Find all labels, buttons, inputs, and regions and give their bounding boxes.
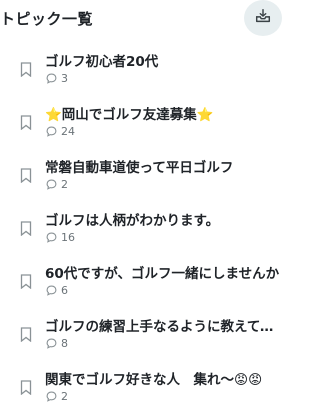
topic-item[interactable]: 常磐自動車道使って平日ゴルフ 2 — [0, 150, 300, 203]
topic-meta: 6 — [46, 284, 68, 297]
bookmark-icon[interactable] — [20, 168, 32, 183]
topic-item[interactable]: ゴルフは人柄がわかります。 16 — [0, 203, 300, 256]
topic-meta: 2 — [46, 390, 68, 403]
comment-count: 2 — [61, 390, 68, 403]
topic-item[interactable]: 60代ですが、ゴルフ一緒にしませんか 6 — [0, 256, 300, 309]
header: トピック一覧 — [0, 0, 300, 40]
topic-meta: 24 — [46, 125, 75, 138]
bookmark-icon[interactable] — [20, 221, 32, 236]
comment-count: 3 — [61, 72, 68, 85]
bookmark-icon[interactable] — [20, 327, 32, 342]
bookmark-icon[interactable] — [20, 274, 32, 289]
comment-count: 6 — [61, 284, 68, 297]
comment-icon — [46, 73, 57, 84]
comment-count: 16 — [61, 231, 75, 244]
comment-icon — [46, 338, 57, 349]
topic-title[interactable]: ⭐岡山でゴルフ友達募集⭐ — [45, 103, 285, 123]
comment-count: 2 — [61, 178, 68, 191]
topic-title[interactable]: 常磐自動車道使って平日ゴルフ — [45, 156, 285, 176]
comment-icon — [46, 126, 57, 137]
topic-meta: 3 — [46, 72, 68, 85]
page-title: トピック一覧 — [0, 10, 94, 28]
topic-list: ゴルフ初心者20代 3 ⭐岡山でゴルフ友達募集⭐ 24 常磐自動車道使って平日ゴ… — [0, 44, 300, 415]
topic-meta: 8 — [46, 337, 68, 350]
inbox-download-icon — [254, 7, 272, 29]
bookmark-icon[interactable] — [20, 380, 32, 395]
topic-title[interactable]: ゴルフの練習上手なるように教えてくださ — [45, 315, 285, 335]
topic-title[interactable]: ゴルフは人柄がわかります。 — [45, 209, 285, 229]
topic-item[interactable]: 関東でゴルフ好きな人 集れ〜😡😡 2 — [0, 362, 300, 415]
topic-meta: 16 — [46, 231, 75, 244]
bookmark-icon[interactable] — [20, 62, 32, 77]
comment-icon — [46, 285, 57, 296]
inbox-button[interactable] — [244, 0, 282, 36]
topic-item[interactable]: ⭐岡山でゴルフ友達募集⭐ 24 — [0, 97, 300, 150]
topic-title[interactable]: 60代ですが、ゴルフ一緒にしませんか — [45, 262, 285, 282]
topic-item[interactable]: ゴルフの練習上手なるように教えてくださ 8 — [0, 309, 300, 362]
topic-title[interactable]: ゴルフ初心者20代 — [45, 50, 285, 70]
comment-icon — [46, 179, 57, 190]
topic-meta: 2 — [46, 178, 68, 191]
comment-icon — [46, 232, 57, 243]
bookmark-icon[interactable] — [20, 115, 32, 130]
topic-title[interactable]: 関東でゴルフ好きな人 集れ〜😡😡 — [45, 368, 285, 388]
comment-count: 24 — [61, 125, 75, 138]
comment-icon — [46, 391, 57, 402]
comment-count: 8 — [61, 337, 68, 350]
topic-item[interactable]: ゴルフ初心者20代 3 — [0, 44, 300, 97]
